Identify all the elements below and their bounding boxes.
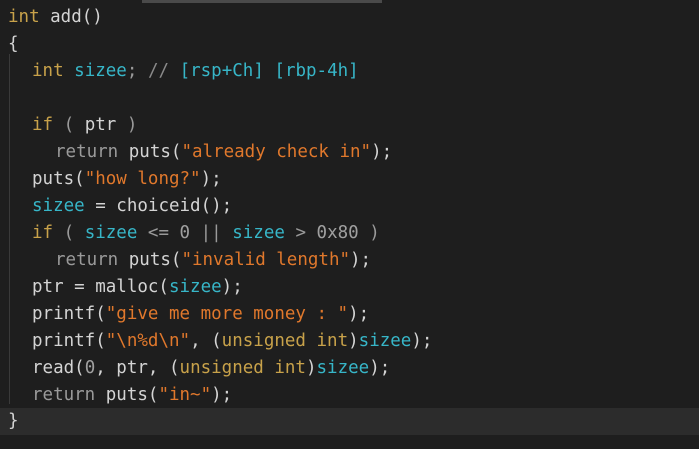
register-ref: [rsp+Ch] [179, 61, 264, 81]
variable: sizee [316, 358, 370, 378]
paren: ( [53, 115, 85, 135]
function-call: puts( [95, 385, 159, 405]
variable: sizee [74, 61, 127, 81]
punctuation: , ptr, ( [95, 358, 180, 378]
string-literal: "in~" [158, 385, 212, 405]
function-call: printf( [32, 304, 106, 324]
code-line-3[interactable]: int sizee; // [rsp+Ch] [rbp-4h] [32, 58, 699, 85]
function-call: printf( [32, 331, 106, 351]
code-line-9[interactable]: if ( sizee <= 0 || sizee > 0x80 ) [32, 220, 699, 247]
punctuation: , ( [190, 331, 222, 351]
string-literal: "give me more money : " [105, 304, 349, 324]
register-ref: [rbp-4h] [274, 61, 359, 81]
code-line-2[interactable]: { [8, 31, 699, 58]
paren: ( [53, 223, 85, 243]
variable: sizee [32, 196, 85, 216]
punctuation: ); [350, 250, 372, 270]
code-line-6[interactable]: return puts("already check in"); [55, 139, 699, 166]
punctuation: ); [348, 304, 370, 324]
function-call: read( [32, 358, 85, 378]
code-line-15[interactable]: return puts("in~"); [32, 382, 699, 409]
type: unsigned int [221, 331, 349, 351]
keyword: if [32, 223, 54, 243]
horizontal-scrollbar[interactable] [142, 0, 382, 3]
keyword: if [32, 115, 54, 135]
keyword: return [55, 250, 119, 270]
punctuation: ); [211, 385, 233, 405]
string-literal: "\n%d\n" [105, 331, 191, 351]
code-line-12[interactable]: printf("give me more money : "); [32, 301, 699, 328]
code-line-7[interactable]: puts("how long?"); [32, 166, 699, 193]
operator: <= [137, 223, 180, 243]
code-line-8[interactable]: sizee = choiceid(); [32, 193, 699, 220]
type: unsigned int [179, 358, 306, 378]
punctuation: ); [221, 277, 243, 297]
number: 0 [179, 223, 191, 243]
string-literal: "invalid length" [181, 250, 351, 270]
close-brace: } [8, 411, 19, 431]
paren: ) [358, 223, 380, 243]
string-literal: "already check in" [181, 142, 372, 162]
code-editor[interactable]: int add() { int sizee; // [rsp+Ch] [rbp-… [0, 0, 699, 449]
punctuation: ); [369, 358, 391, 378]
code-line-11[interactable]: ptr = malloc(sizee); [32, 274, 699, 301]
code-line-4[interactable] [32, 85, 699, 112]
operator: || [190, 223, 233, 243]
punctuation: ) [348, 331, 359, 351]
function-call: puts( [118, 142, 182, 162]
number: 0 [84, 358, 96, 378]
punctuation: ); [371, 142, 393, 162]
function-signature: add() [39, 7, 103, 27]
indent-guide [9, 54, 10, 404]
function-call: puts( [118, 250, 182, 270]
code-line-14[interactable]: read(0, ptr, (unsigned int)sizee); [32, 355, 699, 382]
variable: sizee [168, 277, 222, 297]
semicolon: ; [126, 61, 138, 81]
variable: sizee [358, 331, 412, 351]
code-line-5[interactable]: if ( ptr ) [32, 112, 699, 139]
variable: sizee [84, 223, 138, 243]
punctuation: ); [200, 169, 222, 189]
variable: sizee [232, 223, 285, 243]
number: 0x80 [316, 223, 359, 243]
code-line-10[interactable]: return puts("invalid length"); [55, 247, 699, 274]
code-line-13[interactable]: printf("\n%d\n", (unsigned int)sizee); [32, 328, 699, 355]
expression: ptr = malloc( [32, 277, 169, 297]
punctuation: ); [411, 331, 433, 351]
string-literal: "how long?" [84, 169, 201, 189]
open-brace: { [8, 34, 19, 54]
paren: ) [116, 115, 138, 135]
identifier: ptr [84, 115, 117, 135]
type: int [32, 61, 64, 81]
expression: = choiceid(); [84, 196, 233, 216]
keyword: int [8, 7, 40, 27]
punctuation: ) [305, 358, 317, 378]
comment-marker: // [147, 61, 170, 81]
keyword: return [55, 142, 119, 162]
code-line-1[interactable]: int add() [8, 4, 699, 31]
code-line-16[interactable]: } [0, 408, 699, 435]
operator: > [284, 223, 317, 243]
function-call: puts( [32, 169, 85, 189]
keyword: return [32, 385, 96, 405]
